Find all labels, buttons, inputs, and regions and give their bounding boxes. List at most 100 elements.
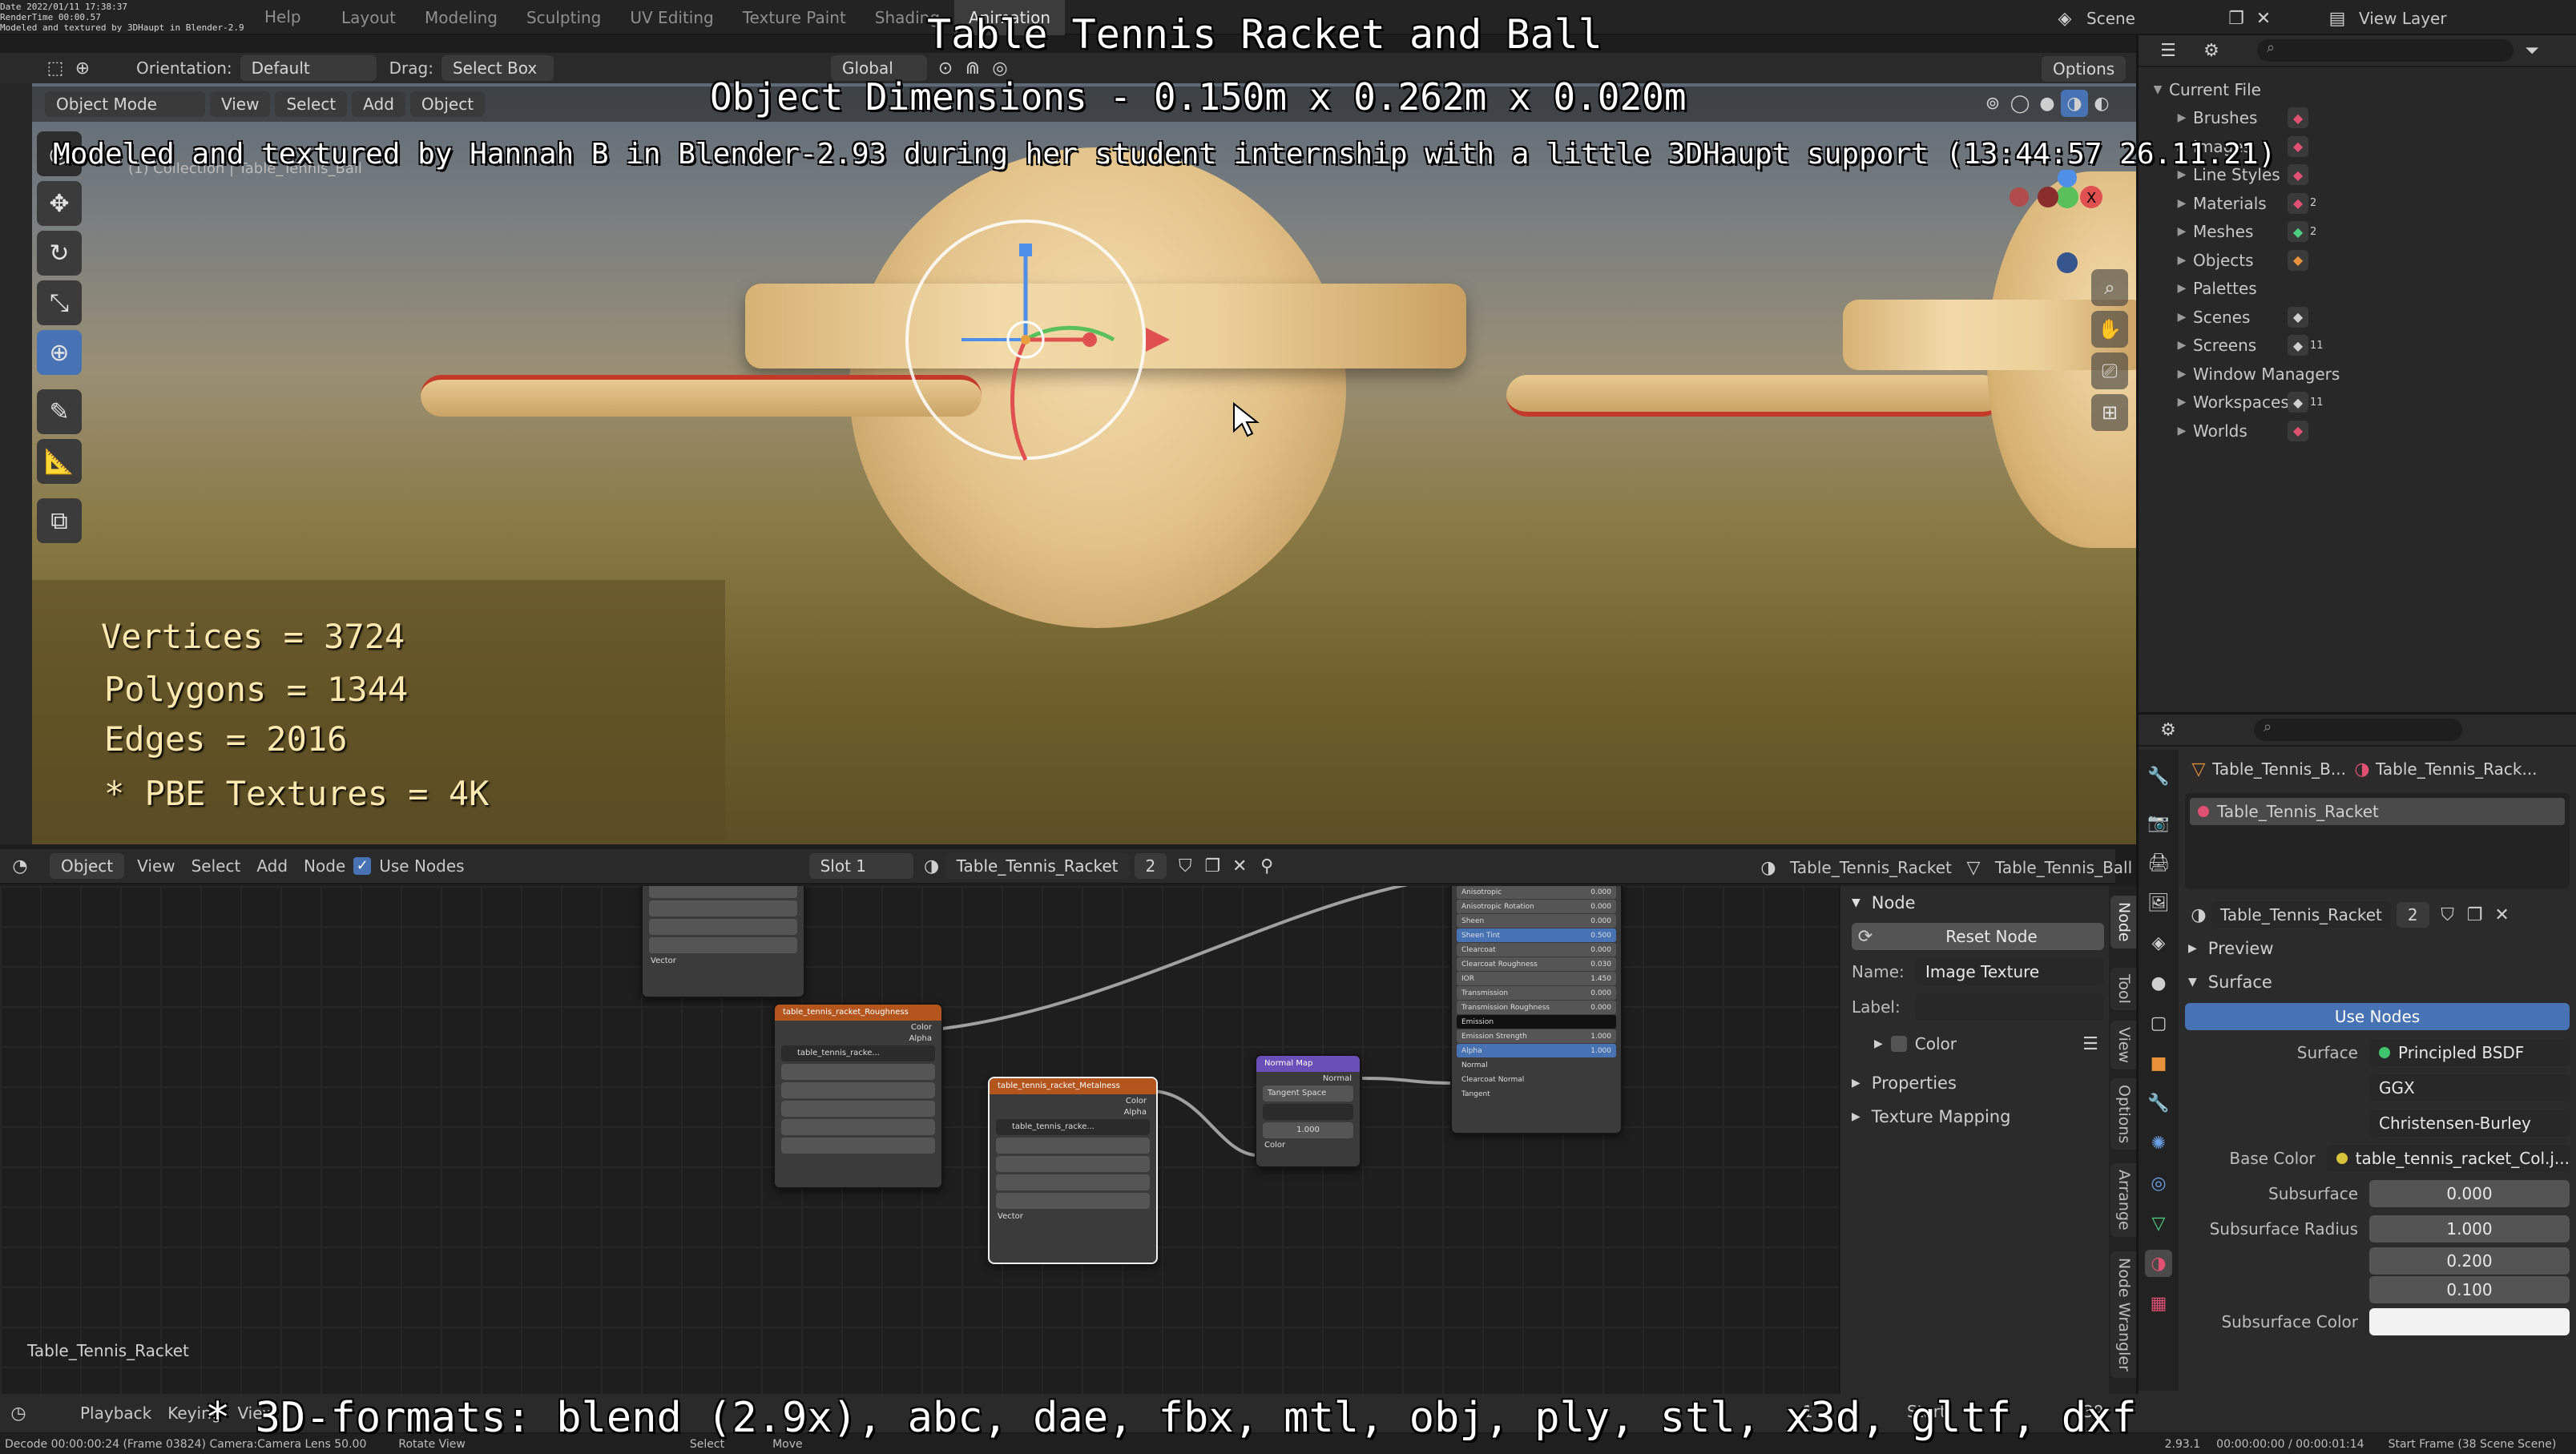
expand-icon[interactable]: ▶ — [2171, 225, 2193, 238]
bsdf-input-row[interactable]: Clearcoat 0.000 — [1457, 943, 1616, 957]
outliner-item-workspaces[interactable]: ▶ Workspaces ◆ 11 — [2139, 389, 2576, 417]
expand-icon[interactable]: ▶ — [2171, 425, 2193, 437]
editor-type-icon[interactable]: ◔ — [6, 852, 34, 880]
view-layer-tab-icon[interactable]: 🖼 — [2145, 889, 2172, 916]
bsdf-input-row[interactable]: Sheen 0.000 — [1457, 914, 1616, 928]
tab-view[interactable]: View — [2110, 1021, 2138, 1070]
principled-bsdf-node[interactable]: Anisotropic 0.000 Anisotropic Rotation 0.00… — [1450, 886, 1623, 1134]
output-tab-icon[interactable]: 🖨 — [2145, 849, 2172, 876]
image-texture-node-metalness[interactable]: table_tennis_racket_Metalness Color Alph… — [988, 1077, 1158, 1264]
normal-map-node[interactable]: Normal Map Normal Tangent Space 1.000 Co… — [1255, 1054, 1361, 1168]
header-material-name[interactable]: Table_Tennis_Racket — [1782, 858, 1960, 877]
clock-icon[interactable]: ◷ — [5, 1400, 32, 1427]
expand-icon[interactable]: ▶ — [2171, 339, 2193, 352]
material-browse-icon[interactable]: ◑ — [2185, 901, 2212, 928]
render-tab-icon[interactable]: 📷 — [2145, 809, 2172, 836]
bsdf-input-row[interactable]: Normal — [1457, 1058, 1616, 1072]
outliner-item-screens[interactable]: ▶ Screens ◆ 11 — [2139, 332, 2576, 360]
shader-type-dropdown[interactable]: Object — [50, 853, 125, 879]
data-tab-icon[interactable]: ▽ — [2145, 1210, 2172, 1237]
bsdf-input-row[interactable]: Alpha 1.000 — [1457, 1044, 1616, 1057]
expand-icon[interactable]: ▶ — [2171, 311, 2193, 324]
outliner-search-input[interactable]: ⌕ — [2257, 39, 2514, 62]
unlink-icon[interactable]: ✕ — [1226, 852, 1253, 880]
tab-options[interactable]: Options — [2110, 1078, 2138, 1150]
material-browse-icon[interactable]: ◑ — [918, 852, 945, 880]
bsdf-input-row[interactable]: IOR 1.450 — [1457, 972, 1616, 985]
preview-panel-header[interactable]: ▶ Preview — [2185, 931, 2570, 966]
viewport-menu-add[interactable]: Add — [352, 91, 405, 117]
material-slot-item[interactable]: Table_Tennis_Racket — [2190, 798, 2565, 825]
tab-node-wrangler[interactable]: Node Wrangler — [2110, 1251, 2138, 1378]
duplicate-icon[interactable]: ❐ — [2461, 901, 2489, 928]
base-color-field[interactable]: table_tennis_racket_Col.j... — [2326, 1145, 2570, 1172]
bsdf-input-row[interactable]: Sheen Tint 0.500 — [1457, 928, 1616, 942]
outliner-item-worlds[interactable]: ▶ Worlds ◆ — [2139, 417, 2576, 445]
tab-sculpting[interactable]: Sculpting — [512, 0, 615, 35]
menu-help[interactable]: Help — [250, 0, 316, 34]
fake-user-icon[interactable]: ⛉ — [1171, 852, 1199, 880]
texture-tab-icon[interactable]: ▦ — [2145, 1290, 2172, 1317]
node-menu-view[interactable]: View — [129, 856, 183, 876]
bsdf-input-row[interactable]: Anisotropic Rotation 0.000 — [1457, 900, 1616, 913]
node-menu-select[interactable]: Select — [183, 856, 249, 876]
subsurface-color-swatch[interactable] — [2369, 1308, 2570, 1335]
bsdf-input-row[interactable]: Emission Strength 1.000 — [1457, 1029, 1616, 1043]
wireframe-shading-icon[interactable]: ◯ — [2006, 90, 2034, 117]
subsurface-radius-x[interactable]: 1.000 — [2369, 1215, 2570, 1243]
node-image-name[interactable]: table_tennis_racke... — [781, 1045, 935, 1061]
particles-tab-icon[interactable]: ✺ — [2145, 1130, 2172, 1157]
outliner-root[interactable]: ▼ Current File — [2139, 75, 2576, 104]
filter-icon[interactable]: ⏷ — [2518, 37, 2546, 64]
surface-panel-header[interactable]: ▼ Surface — [2185, 966, 2570, 998]
display-mode-icon[interactable]: ⚙ — [2198, 37, 2225, 64]
expand-icon[interactable]: ▶ — [2171, 254, 2193, 267]
surface-shader-field[interactable]: Principled BSDF — [2369, 1039, 2570, 1066]
ortho-grid-icon[interactable]: ⊞ — [2091, 394, 2128, 431]
move-tool-icon[interactable]: ✥ — [37, 181, 82, 226]
expand-icon[interactable]: ▶ — [2171, 368, 2193, 381]
scene-tab-icon[interactable]: ◈ — [2145, 929, 2172, 957]
measure-tool-icon[interactable]: 📐 — [37, 439, 82, 484]
subsurface-field[interactable]: 0.000 — [2369, 1180, 2570, 1207]
bsdf-input-row[interactable]: Transmission Roughness 0.000 — [1457, 1001, 1616, 1014]
collapse-icon[interactable]: ▼ — [2147, 83, 2169, 96]
expand-icon[interactable]: ▶ — [2171, 111, 2193, 124]
outliner-item-materials[interactable]: ▶ Materials ◆ 2 — [2139, 189, 2576, 218]
expand-icon[interactable]: ▶ — [2171, 396, 2193, 409]
scene-selector[interactable]: ◈ Scene ❐ ✕ — [2051, 5, 2277, 32]
material-shading-icon[interactable]: ◑ — [2061, 90, 2088, 117]
transform-tool-icon[interactable]: ⊕ — [37, 330, 82, 375]
outliner-item-meshes[interactable]: ▶ Meshes ◆ 2 — [2139, 218, 2576, 247]
subsurface-radius-y[interactable]: 0.200 — [2369, 1247, 2570, 1275]
subsurface-radius-z[interactable]: 0.100 — [2369, 1276, 2570, 1303]
fake-user-icon[interactable]: ⛉ — [2434, 901, 2461, 928]
use-nodes-button[interactable]: Use Nodes — [2185, 1003, 2570, 1030]
node-label-field[interactable] — [1916, 993, 2104, 1021]
navigation-gizmo[interactable]: X — [2003, 170, 2123, 274]
rotate-tool-icon[interactable]: ↻ — [37, 231, 82, 276]
material-name-field[interactable]: Table_Tennis_Racket — [2212, 901, 2390, 928]
annotate-tool-icon[interactable]: ✎ — [37, 389, 82, 434]
distribution-dropdown[interactable]: GGX — [2369, 1074, 2570, 1102]
scale-tool-icon[interactable]: ⤡ — [37, 280, 82, 325]
node-color-row[interactable]: ▶ Color ☰ — [1852, 1030, 2104, 1057]
transform-gizmo[interactable] — [857, 147, 1226, 500]
collection-tab-icon[interactable]: ▢ — [2145, 1009, 2172, 1037]
image-texture-node-roughness[interactable]: table_tennis_racket_Roughness Color Alph… — [773, 1003, 943, 1189]
tab-node[interactable]: Node — [2110, 896, 2138, 949]
use-nodes-checkbox[interactable]: ✓ — [353, 857, 372, 875]
pin-icon[interactable]: ⚲ — [1253, 852, 1280, 880]
pan-hand-icon[interactable]: ✋ — [2091, 311, 2128, 348]
rendered-shading-icon[interactable]: ◐ — [2088, 90, 2115, 117]
tab-uv-editing[interactable]: UV Editing — [615, 0, 728, 35]
unlink-icon[interactable]: ✕ — [2489, 901, 2516, 928]
list-icon[interactable]: ☰ — [2077, 1030, 2104, 1057]
viewport-menu-select[interactable]: Select — [275, 91, 348, 117]
header-object-name[interactable]: Table_Tennis_Ball — [1987, 858, 2140, 877]
texture-mapping-panel-header[interactable]: ▶ Texture Mapping — [1852, 1101, 2104, 1133]
node-panel-header[interactable]: ▼ Node — [1840, 886, 2115, 920]
material-name-field[interactable]: Table_Tennis_Racket — [945, 853, 1130, 879]
bsdf-input-row[interactable]: Emission — [1457, 1015, 1616, 1029]
reset-node-button[interactable]: ⟳ Reset Node — [1852, 923, 2104, 950]
